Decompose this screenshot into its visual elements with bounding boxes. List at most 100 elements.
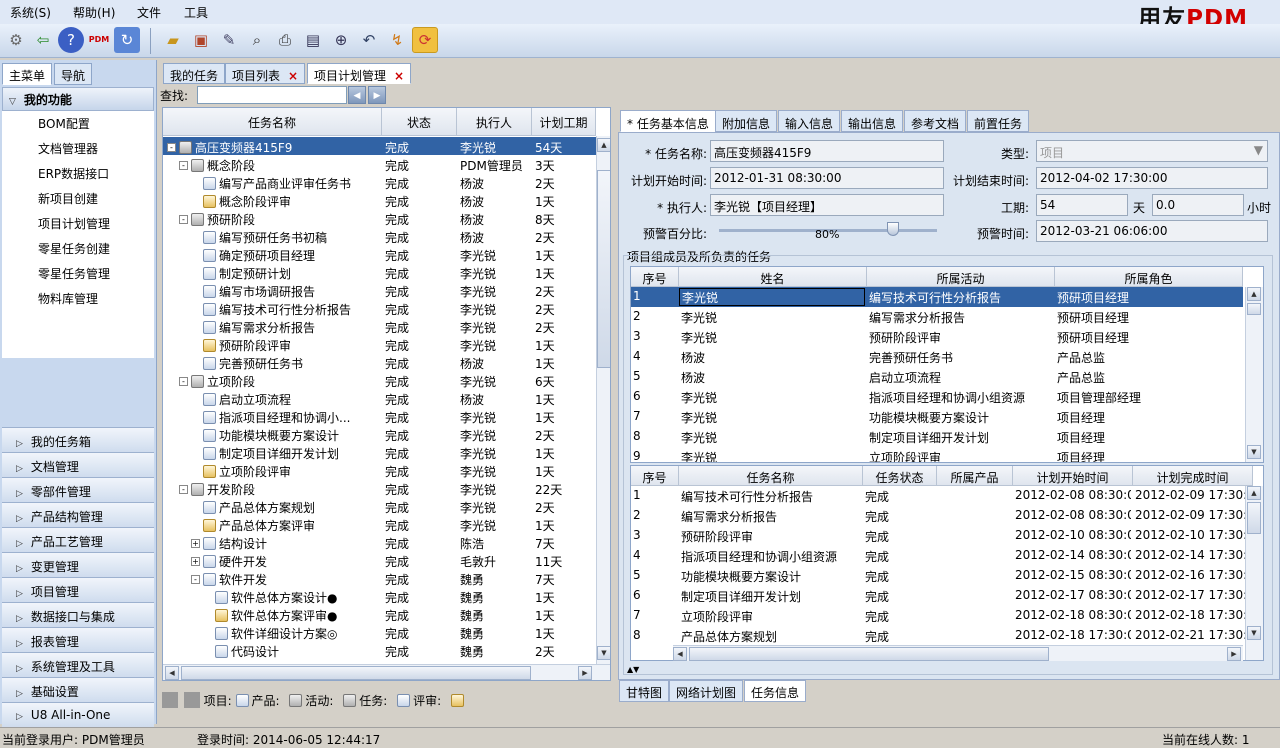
tree-row[interactable]: 编写市场调研报告 完成 李光锐 2天 <box>163 281 596 299</box>
scroll-thumb[interactable] <box>1247 303 1261 315</box>
scroll-up-icon[interactable]: ▲ <box>1247 486 1261 500</box>
members-col-header[interactable]: 姓名 <box>679 267 867 287</box>
warn-time-field[interactable]: 2012-03-21 06:06:00 <box>1036 220 1268 242</box>
zoom-icon[interactable]: ⊕ <box>328 27 354 53</box>
scroll-thumb[interactable] <box>689 647 1049 661</box>
tasks-col-header[interactable]: 任务状态 <box>863 466 937 486</box>
tree-row[interactable]: 编写需求分析报告 完成 李光锐 2天 <box>163 317 596 335</box>
tree-row[interactable]: 编写技术可行性分析报告 完成 李光锐 2天 <box>163 299 596 317</box>
func-item[interactable]: 零星任务管理 <box>2 261 154 286</box>
tree-row[interactable]: 产品总体方案规划 完成 李光锐 2天 <box>163 497 596 515</box>
scroll-down-icon[interactable]: ▼ <box>597 646 610 660</box>
expand-icon[interactable]: + <box>191 557 200 566</box>
members-row[interactable]: 7 李光锐 功能模块概要方案设计 项目经理 <box>631 407 1243 427</box>
end-time-field[interactable]: 2012-04-02 17:30:00 <box>1036 167 1268 189</box>
col-task-name[interactable]: 任务名称 <box>163 108 382 136</box>
members-row[interactable]: 1 李光锐 编写技术可行性分析报告 预研项目经理 <box>631 287 1243 307</box>
scroll-right-icon[interactable]: ▶ <box>578 666 592 680</box>
tab-task-info[interactable]: 任务信息 <box>744 680 807 702</box>
tree-row[interactable]: 功能模块概要方案设计 完成 李光锐 2天 <box>163 425 596 443</box>
refresh-icon[interactable]: ↻ <box>114 27 140 53</box>
tasks-row[interactable]: 8 产品总体方案规划 完成 2012-02-18 17:30:00 2012-02-21… <box>631 626 1251 646</box>
tree-row[interactable]: 编写产品商业评审任务书 完成 杨波 2天 <box>163 173 596 191</box>
menu-file[interactable]: 文件 <box>137 4 161 21</box>
warn-slider-thumb[interactable] <box>887 222 900 236</box>
duration-hours-field[interactable]: 0.0 <box>1152 194 1244 216</box>
tab-input-info[interactable]: 输入信息 <box>778 110 841 132</box>
scroll-thumb[interactable] <box>1247 502 1261 534</box>
scroll-up-icon[interactable]: ▲ <box>1247 287 1261 301</box>
nav-section[interactable]: ▷ 我的任务箱 <box>2 427 154 452</box>
scroll-down-icon[interactable]: ▼ <box>1247 445 1261 459</box>
tab-navigation[interactable]: 导航 <box>54 63 93 85</box>
collapse-icon[interactable]: - <box>179 377 188 386</box>
chevron-down-icon[interactable]: ▼ <box>1254 143 1263 157</box>
tree-row[interactable]: - 立项阶段 完成 李光锐 6天 <box>163 371 596 389</box>
tasks-col-header[interactable]: 计划完成时间 <box>1133 466 1253 486</box>
type-select[interactable]: 项目 ▼ <box>1036 140 1268 162</box>
tasks-row[interactable]: 4 指派项目经理和协调小组资源 完成 2012-02-14 08:30:00 2012-… <box>631 546 1251 566</box>
col-duration[interactable]: 计划工期 <box>532 108 596 136</box>
tree-row[interactable]: 编写预研任务书初稿 完成 杨波 2天 <box>163 227 596 245</box>
tree-row[interactable]: 确定预研项目经理 完成 李光锐 1天 <box>163 245 596 263</box>
func-item[interactable]: 新项目创建 <box>2 186 154 211</box>
nav-section[interactable]: ▷ 产品结构管理 <box>2 502 154 527</box>
tree-row[interactable]: 预研阶段评审 完成 李光锐 1天 <box>163 335 596 353</box>
nav-section[interactable]: ▷ 基础设置 <box>2 677 154 702</box>
tab-output-info[interactable]: 输出信息 <box>841 110 904 132</box>
tab-gantt-chart[interactable]: 甘特图 <box>619 680 670 702</box>
func-item[interactable]: 项目计划管理 <box>2 211 154 236</box>
scroll-up-icon[interactable]: ▲ <box>597 138 610 152</box>
members-row[interactable]: 4 杨波 完善预研任务书 产品总监 <box>631 347 1243 367</box>
nav-section[interactable]: ▷ 系统管理及工具 <box>2 652 154 677</box>
tab-main-menu[interactable]: 主菜单 <box>2 63 53 85</box>
tree-horizontal-scrollbar[interactable]: ◀ ▶ <box>163 664 610 680</box>
tree-row[interactable]: + 硬件开发 完成 毛敦升 11天 <box>163 551 596 569</box>
collapse-icon[interactable]: - <box>167 143 176 152</box>
next-arrow-icon[interactable]: ▶ <box>368 86 386 104</box>
tab-reference-docs[interactable]: 参考文档 <box>904 110 967 132</box>
tree-row[interactable]: - 高压变频器415F9 完成 李光锐 54天 <box>163 137 596 155</box>
exit-icon[interactable]: ⇦ <box>30 27 56 53</box>
members-col-header[interactable]: 所属角色 <box>1055 267 1243 287</box>
tree-row[interactable]: 完善预研任务书 完成 杨波 1天 <box>163 353 596 371</box>
tasks-col-header[interactable]: 任务名称 <box>679 466 863 486</box>
collapse-icon[interactable]: - <box>179 161 188 170</box>
tree-row[interactable]: 产品总体方案评审 完成 李光锐 1天 <box>163 515 596 533</box>
undo-icon[interactable]: ↶ <box>356 27 382 53</box>
close-icon[interactable]: × <box>394 69 404 83</box>
tasks-row[interactable]: 6 制定项目详细开发计划 完成 2012-02-17 08:30:00 2012-02-… <box>631 586 1251 606</box>
help-icon[interactable]: ? <box>58 27 84 53</box>
tree-row[interactable]: 启动立项流程 完成 杨波 1天 <box>163 389 596 407</box>
func-item[interactable]: ERP数据接口 <box>2 161 154 186</box>
nav-section[interactable]: ▷ U8 All-in-One <box>2 702 154 727</box>
tab-network-diagram[interactable]: 网络计划图 <box>669 680 744 702</box>
members-row[interactable]: 8 李光锐 制定项目详细开发计划 项目经理 <box>631 427 1243 447</box>
func-item[interactable]: 零星任务创建 <box>2 236 154 261</box>
tree-row[interactable]: 指派项目经理和协调小... 完成 李光锐 1天 <box>163 407 596 425</box>
tasks-scrollbar[interactable]: ▲ ▼ <box>1245 486 1263 660</box>
search-input[interactable] <box>197 86 347 104</box>
tab-project-list[interactable]: 项目列表 × <box>225 63 306 84</box>
nav-section[interactable]: ▷ 项目管理 <box>2 577 154 602</box>
scroll-left-icon[interactable]: ◀ <box>165 666 179 680</box>
menu-help[interactable]: 帮助(H) <box>73 4 115 21</box>
tab-task-basic-info[interactable]: * 任务基本信息 <box>620 110 716 132</box>
tree-row[interactable]: 概念阶段评审 完成 杨波 1天 <box>163 191 596 209</box>
tree-vertical-scrollbar[interactable]: ▲ ▼ <box>596 136 610 664</box>
save-icon[interactable]: ▣ <box>188 27 214 53</box>
tab-extra-info[interactable]: 附加信息 <box>715 110 778 132</box>
sync-icon[interactable]: ⟳ <box>412 27 438 53</box>
nav-section[interactable]: ▷ 产品工艺管理 <box>2 527 154 552</box>
tree-row[interactable]: - 概念阶段 完成 PDM管理员 3天 <box>163 155 596 173</box>
tasks-col-header[interactable]: 序号 <box>631 466 679 486</box>
col-owner[interactable]: 执行人 <box>457 108 532 136</box>
scroll-left-icon[interactable]: ◀ <box>673 647 687 661</box>
nav-section[interactable]: ▷ 文档管理 <box>2 452 154 477</box>
pdm-icon[interactable]: PDM <box>86 27 112 53</box>
tasks-row[interactable]: 5 功能模块概要方案设计 完成 2012-02-15 08:30:00 2012-02-… <box>631 566 1251 586</box>
scroll-thumb[interactable] <box>181 666 531 680</box>
find-icon[interactable]: ⌕ <box>244 27 270 53</box>
tasks-row[interactable]: 3 预研阶段评审 完成 2012-02-10 08:30:00 2012-02-10 1… <box>631 526 1251 546</box>
tree-row[interactable]: 制定预研计划 完成 李光锐 1天 <box>163 263 596 281</box>
